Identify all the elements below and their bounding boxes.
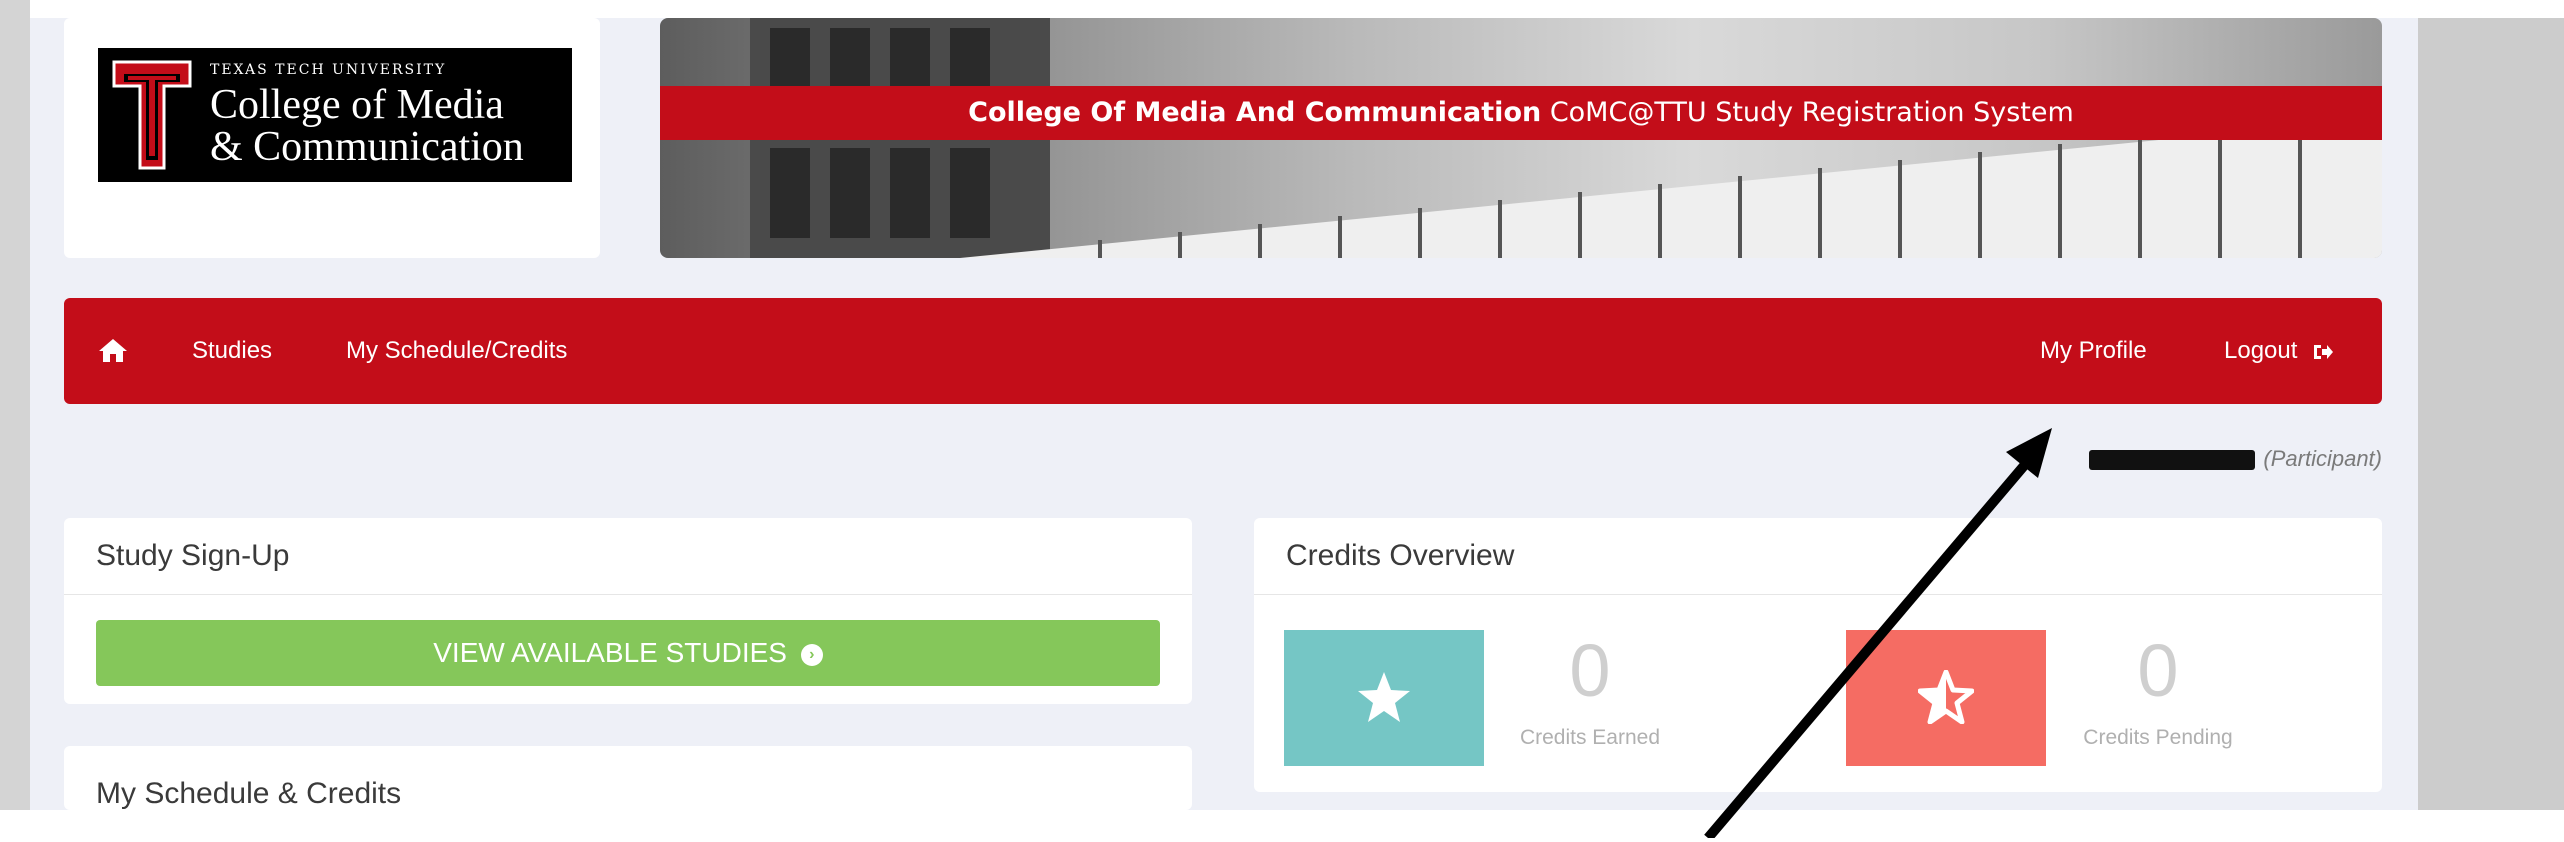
annotation-arrow [1704, 428, 2052, 838]
